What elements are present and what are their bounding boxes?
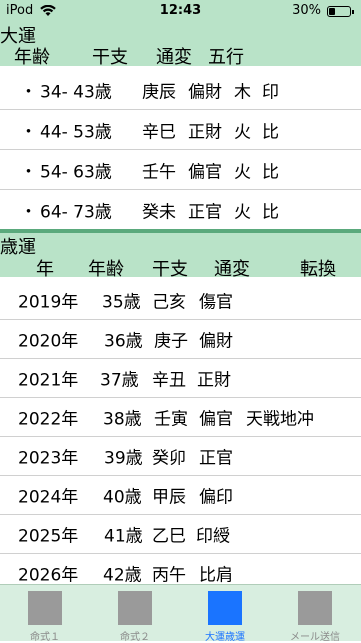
daiun-row[interactable]: ・ 64- 73歳 癸未 正官 火 比: [0, 190, 361, 229]
daiun-row[interactable]: ・ 44- 53歳 辛巳 正財 火 比: [0, 110, 361, 150]
saiun-row[interactable]: 2020年 36歳 庚子 偏財: [0, 320, 361, 359]
daiun-tsuhen: 偏官: [188, 162, 222, 182]
daiun-kanshi: 辛巳: [142, 122, 176, 142]
daiun-row[interactable]: ・ 34- 43歳 庚辰 偏財 木 印: [0, 70, 361, 110]
tab-mail-send[interactable]: メール送信: [270, 589, 360, 643]
saiun-row[interactable]: 2025年 41歳 乙巳 印綬: [0, 515, 361, 554]
daiun-age: 64- 73歳: [40, 202, 112, 222]
row-bullet: ・: [20, 82, 37, 102]
saiun-age: 39歳: [104, 448, 143, 469]
daiun-relation: 比: [262, 162, 279, 182]
daiun-relation: 印: [262, 82, 279, 102]
saiun-kanshi: 庚子: [154, 331, 188, 352]
saiun-year: 2026年: [18, 565, 79, 586]
saiun-kanshi: 丙午: [152, 565, 186, 586]
daiun-age: 54- 63歳: [40, 162, 112, 182]
daiun-col-kanshi: 干支: [92, 47, 128, 68]
saiun-kanshi: 甲辰: [152, 487, 186, 508]
saiun-year: 2024年: [18, 487, 79, 508]
meishiki1-icon: [28, 591, 62, 625]
saiun-title: 歳運: [0, 237, 36, 258]
tab-daiun-saiun[interactable]: 大運歳運: [180, 589, 270, 643]
saiun-age: 36歳: [104, 331, 143, 352]
saiun-year: 2021年: [18, 370, 79, 391]
battery-percent: 30%: [292, 3, 321, 18]
daiun-saiun-icon: [208, 591, 242, 625]
saiun-age: 38歳: [103, 409, 142, 430]
meishiki2-icon: [118, 591, 152, 625]
battery-icon: [327, 6, 354, 17]
tab-label: メール送信: [290, 632, 340, 643]
saiun-tsuhen: 偏財: [199, 331, 233, 352]
saiun-age: 41歳: [104, 526, 143, 547]
saiun-row[interactable]: 2024年 40歳 甲辰 偏印: [0, 476, 361, 515]
daiun-age: 34- 43歳: [40, 82, 112, 102]
daiun-col-tsuhen: 通変: [156, 47, 192, 68]
daiun-element: 火: [234, 162, 251, 182]
row-bullet: ・: [20, 122, 37, 142]
tab-label: 命式２: [120, 632, 150, 643]
daiun-tsuhen: 正官: [188, 202, 222, 222]
saiun-age: 37歳: [100, 370, 139, 391]
saiun-kanshi: 乙巳: [152, 526, 186, 547]
tab-label: 大運歳運: [205, 632, 245, 643]
saiun-year: 2023年: [18, 448, 79, 469]
saiun-col-kanshi: 干支: [152, 259, 188, 280]
daiun-age: 44- 53歳: [40, 122, 112, 142]
saiun-tenkan: 天戦地冲: [246, 409, 314, 430]
daiun-relation: 比: [262, 122, 279, 142]
tab-label: 命式１: [30, 632, 60, 643]
saiun-row[interactable]: 2023年 39歳 癸卯 正官: [0, 437, 361, 476]
saiun-header: 歳運 年 年齢 干支 通変 転換: [0, 233, 361, 280]
daiun-tsuhen: 偏財: [188, 82, 222, 102]
mail-send-icon: [298, 591, 332, 625]
saiun-tsuhen: 正財: [197, 370, 231, 391]
saiun-tsuhen: 比肩: [199, 565, 233, 586]
tab-meishiki2[interactable]: 命式２: [90, 589, 180, 643]
saiun-age: 42歳: [103, 565, 142, 586]
saiun-kanshi: 己亥: [152, 292, 186, 313]
daiun-kanshi: 庚辰: [142, 82, 176, 102]
tab-bar: 命式１ 命式２ 大運歳運 メール送信: [0, 584, 361, 643]
tab-meishiki1[interactable]: 命式１: [0, 589, 90, 643]
daiun-kanshi: 癸未: [142, 202, 176, 222]
saiun-year: 2025年: [18, 526, 79, 547]
daiun-tsuhen: 正財: [188, 122, 222, 142]
saiun-tsuhen: 偏官: [199, 409, 233, 430]
daiun-col-gogyo: 五行: [208, 47, 244, 68]
battery-level: [329, 8, 335, 15]
saiun-year: 2019年: [18, 292, 79, 313]
daiun-header: 大運 年齢 干支 通変 五行: [0, 22, 361, 68]
saiun-kanshi: 癸卯: [152, 448, 186, 469]
saiun-tsuhen: 正官: [199, 448, 233, 469]
row-bullet: ・: [20, 202, 37, 222]
saiun-age: 40歳: [103, 487, 142, 508]
saiun-year: 2020年: [18, 331, 79, 352]
saiun-row[interactable]: 2019年 35歳 己亥 傷官: [0, 281, 361, 320]
daiun-col-age: 年齢: [14, 47, 50, 68]
saiun-kanshi: 壬寅: [154, 409, 188, 430]
saiun-row[interactable]: 2022年 38歳 壬寅 偏官 天戦地冲: [0, 398, 361, 437]
saiun-tsuhen: 偏印: [199, 487, 233, 508]
daiun-element: 火: [234, 202, 251, 222]
row-bullet: ・: [20, 162, 37, 182]
saiun-kanshi: 辛丑: [152, 370, 186, 391]
saiun-tsuhen: 傷官: [199, 292, 233, 313]
saiun-col-year: 年: [36, 259, 54, 280]
saiun-year: 2022年: [18, 409, 79, 430]
saiun-age: 35歳: [102, 292, 141, 313]
saiun-row[interactable]: 2021年 37歳 辛丑 正財: [0, 359, 361, 398]
daiun-kanshi: 壬午: [142, 162, 176, 182]
saiun-col-tenkan: 転換: [300, 259, 336, 280]
status-bar: iPod 12:43 30%: [0, 0, 361, 22]
daiun-element: 木: [234, 82, 251, 102]
saiun-col-age: 年齢: [88, 259, 124, 280]
daiun-relation: 比: [262, 202, 279, 222]
saiun-col-tsuhen: 通変: [214, 259, 250, 280]
daiun-row[interactable]: ・ 54- 63歳 壬午 偏官 火 比: [0, 150, 361, 190]
saiun-tsuhen: 印綬: [196, 526, 230, 547]
daiun-element: 火: [234, 122, 251, 142]
